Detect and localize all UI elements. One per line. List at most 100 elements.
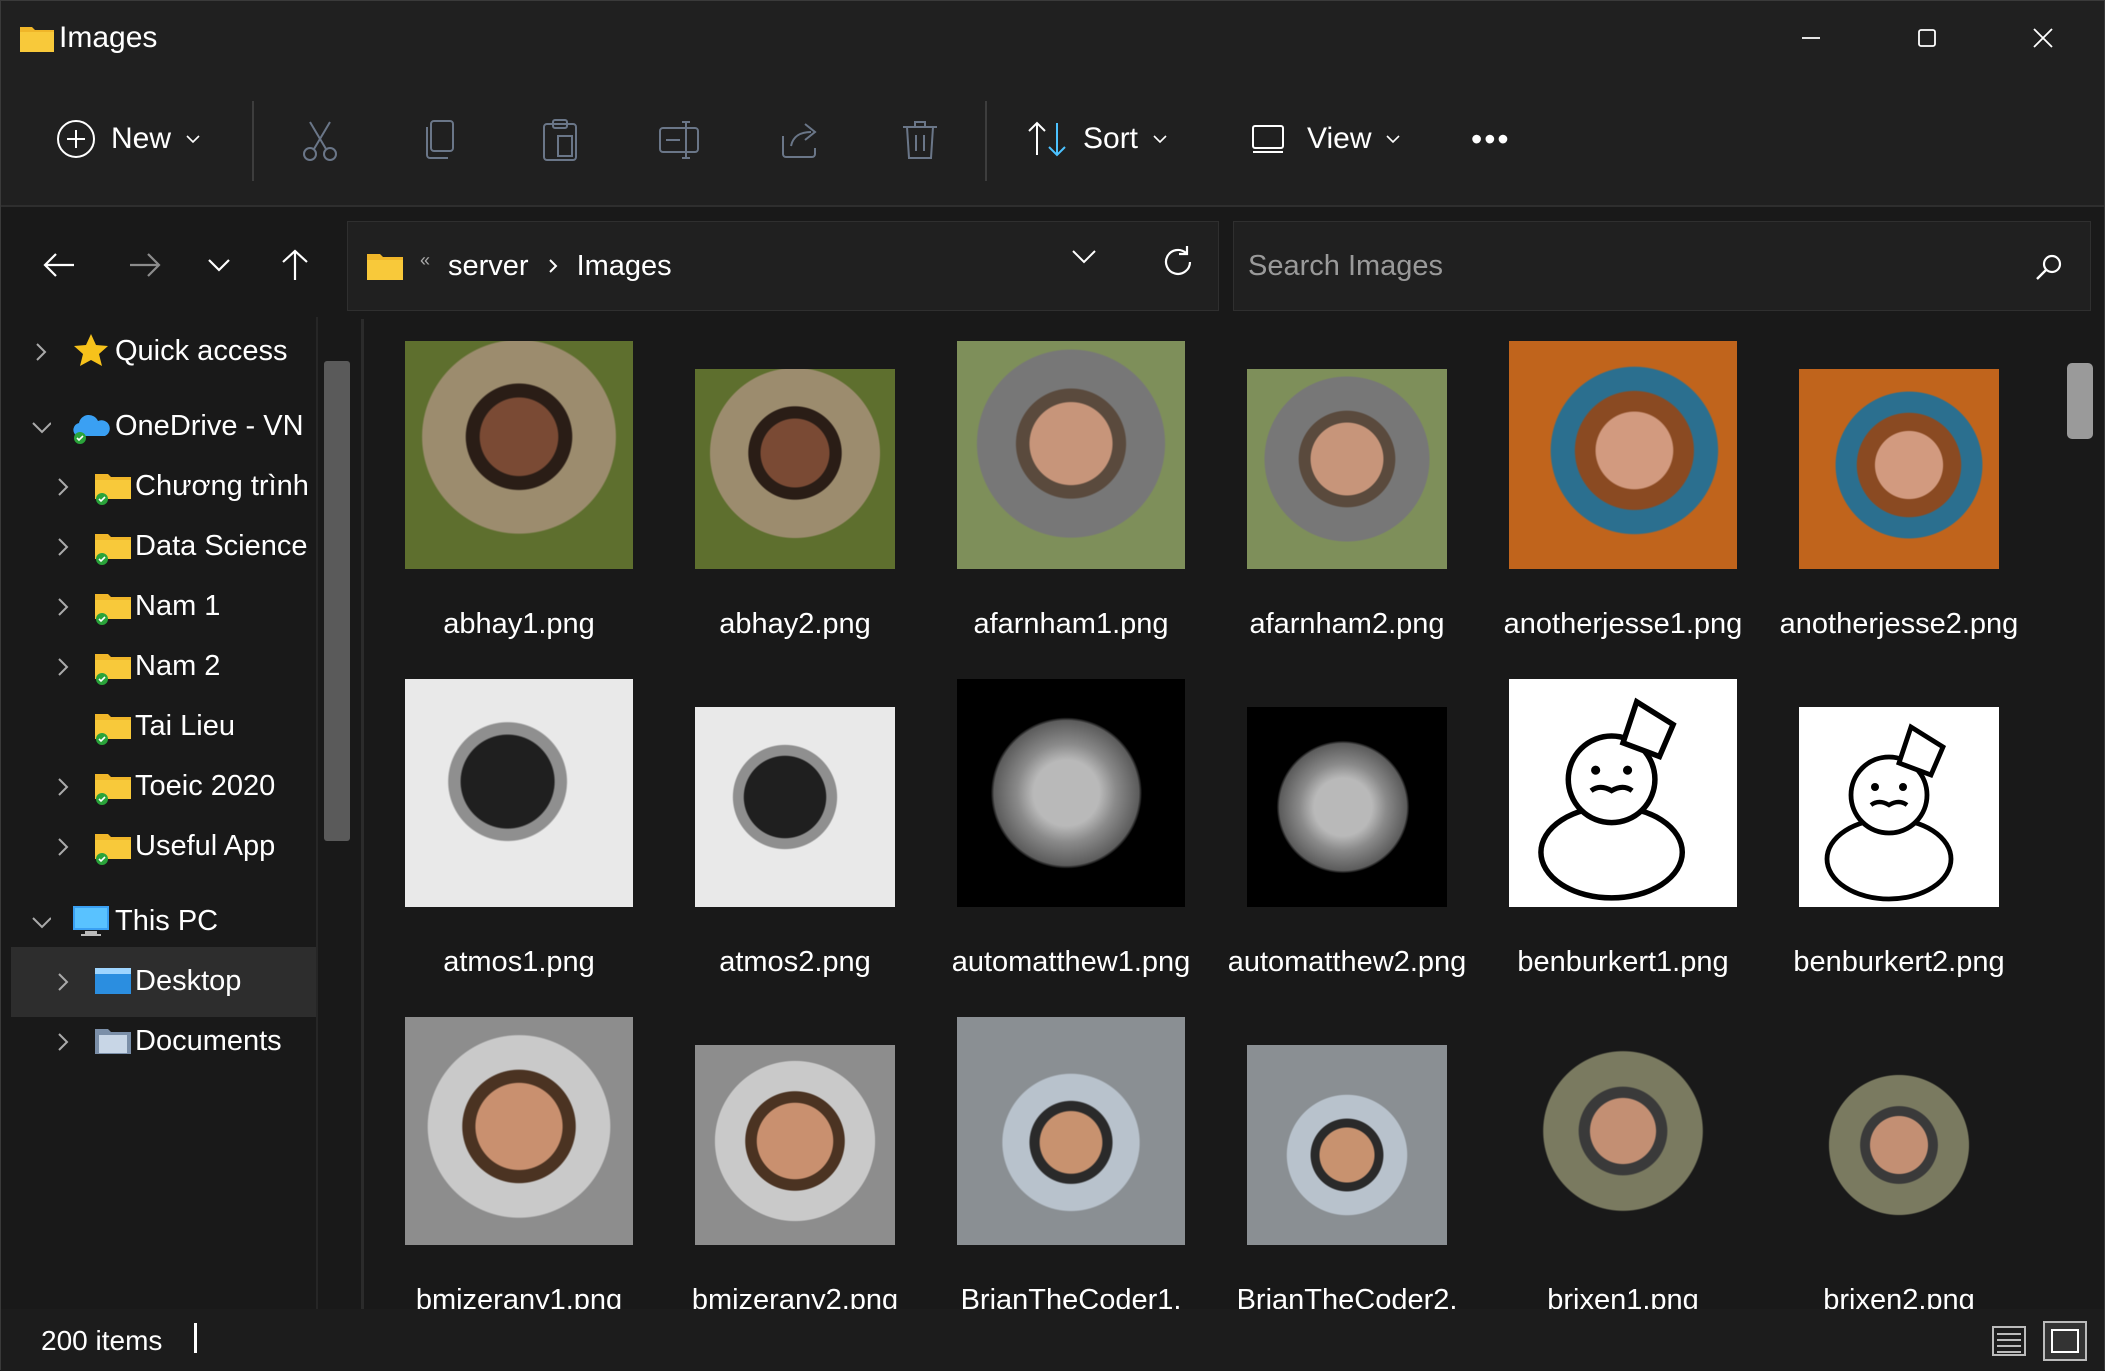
file-tile[interactable]: afarnham2.png (1209, 341, 1485, 671)
file-tile[interactable]: BrianTheCoder1. (933, 1017, 1209, 1309)
file-name: anotherjesse1.png (1503, 608, 1743, 640)
file-tile[interactable]: automatthew2.png (1209, 679, 1485, 1009)
delete-button[interactable] (893, 113, 947, 167)
file-explorer-window: Images New Sort View ••• « server Images… (0, 0, 2105, 1371)
navigation-bar: « server Images Search Images (1, 207, 2104, 317)
toolbar-divider (252, 101, 254, 181)
folder-icon (93, 706, 133, 746)
file-tile[interactable]: brixen2.png (1761, 1017, 2037, 1309)
expand-toggle[interactable] (53, 972, 73, 992)
onedrive-icon (71, 406, 111, 446)
recent-locations-button[interactable] (191, 237, 247, 293)
address-history-button[interactable] (1070, 248, 1098, 271)
plus-circle-icon (57, 120, 95, 158)
cut-button[interactable] (293, 113, 347, 167)
chevron-down-icon (32, 422, 51, 434)
file-tile[interactable]: benburkert2.png (1761, 679, 2037, 1009)
expand-toggle[interactable] (31, 417, 51, 437)
file-tile[interactable]: BrianTheCoder2. (1209, 1017, 1485, 1309)
expand-toggle[interactable] (53, 657, 73, 677)
cut-icon (303, 121, 337, 161)
forward-button[interactable] (117, 237, 173, 293)
chevron-right-icon (58, 778, 69, 796)
back-button[interactable] (31, 237, 87, 293)
content-scrollbar[interactable] (2067, 363, 2093, 439)
file-name: bmizerany2.png (691, 1284, 899, 1309)
minimize-button[interactable] (1753, 1, 1868, 75)
file-name: atmos1.png (443, 946, 595, 978)
expand-toggle[interactable] (53, 777, 73, 797)
copy-button[interactable] (413, 113, 467, 167)
sort-button[interactable]: Sort (1025, 107, 1168, 171)
folder-icon (93, 526, 133, 566)
expand-toggle[interactable] (53, 477, 73, 497)
file-tile[interactable]: atmos2.png (657, 679, 933, 1009)
expand-toggle[interactable] (31, 342, 51, 362)
file-tile[interactable]: benburkert1.png (1485, 679, 1761, 1009)
close-icon (2032, 28, 2053, 48)
folder-icon (367, 254, 403, 280)
desktop-icon (93, 961, 133, 1001)
file-tile[interactable]: bmizerany1.png (381, 1017, 657, 1309)
breadcrumb-images[interactable]: Images (577, 250, 672, 283)
sidebar-item-quick-access[interactable]: Quick access (11, 317, 316, 387)
chevron-right-icon (36, 343, 47, 361)
breadcrumb-server[interactable]: server (448, 250, 529, 283)
file-tile[interactable]: bmizerany2.png (657, 1017, 933, 1309)
file-name: abhay1.png (443, 608, 595, 640)
share-button[interactable] (773, 113, 827, 167)
status-bar: 200 items (1, 1309, 2104, 1371)
new-label: New (111, 122, 172, 155)
chevron-right-icon (58, 1033, 69, 1051)
details-view-button[interactable] (1987, 1321, 2031, 1361)
file-thumbnail (1799, 707, 1999, 907)
file-tile[interactable]: afarnham1.png (933, 341, 1209, 671)
view-button[interactable]: View (1251, 107, 1401, 171)
breadcrumb-overflow[interactable]: « (420, 250, 430, 271)
file-tile[interactable]: atmos1.png (381, 679, 657, 1009)
file-name: automatthew1.png (951, 946, 1191, 978)
snowman-icon (1824, 723, 1954, 902)
breadcrumb: server Images (448, 222, 672, 310)
refresh-button[interactable] (1160, 244, 1196, 285)
sidebar-item-useful-app[interactable]: Useful App (11, 812, 316, 882)
expand-toggle[interactable] (53, 837, 73, 857)
rename-button[interactable] (653, 113, 707, 167)
address-bar[interactable]: « server Images (347, 221, 1219, 311)
expand-toggle[interactable] (31, 912, 51, 932)
expand-toggle[interactable] (53, 1032, 73, 1052)
pane-divider[interactable] (361, 319, 364, 1309)
close-button[interactable] (1985, 1, 2100, 75)
file-tile[interactable]: brixen1.png (1485, 1017, 1761, 1309)
expand-toggle[interactable] (53, 537, 73, 557)
sidebar-item-documents[interactable]: Documents (11, 1007, 316, 1077)
search-box[interactable]: Search Images (1233, 221, 2091, 311)
file-name: brixen1.png (1547, 1284, 1699, 1309)
sidebar-scrollbar[interactable] (324, 361, 350, 841)
status-divider (194, 1323, 197, 1353)
file-grid: abhay1.png abhay2.png afarnham1.png afarnha… (371, 317, 2061, 1309)
file-name: benburkert2.png (1793, 946, 2005, 978)
file-tile[interactable]: anotherjesse1.png (1485, 341, 1761, 671)
large-icons-view-button[interactable] (2043, 1321, 2087, 1361)
expand-toggle[interactable] (53, 597, 73, 617)
more-options-button[interactable]: ••• (1471, 107, 1511, 171)
item-count: 200 items (41, 1325, 163, 1356)
file-tile[interactable]: automatthew1.png (933, 679, 1209, 1009)
sort-icon (1028, 121, 1066, 157)
chevron-right-icon (58, 478, 69, 496)
file-name: BrianTheCoder1. (960, 1284, 1182, 1309)
paste-button[interactable] (533, 113, 587, 167)
maximize-button[interactable] (1869, 1, 1984, 75)
file-thumbnail (695, 707, 895, 907)
sidebar-item-label: OneDrive - VN (115, 410, 304, 442)
file-name: bmizerany1.png (415, 1284, 623, 1309)
new-button[interactable]: New (55, 107, 201, 171)
sidebar-item-label: Useful App (135, 830, 276, 862)
file-tile[interactable]: abhay1.png (381, 341, 657, 671)
file-tile[interactable]: anotherjesse2.png (1761, 341, 2037, 671)
file-tile[interactable]: abhay2.png (657, 341, 933, 671)
file-thumbnail (957, 341, 1185, 569)
up-button[interactable] (267, 237, 323, 293)
chevron-right-icon (58, 658, 69, 676)
